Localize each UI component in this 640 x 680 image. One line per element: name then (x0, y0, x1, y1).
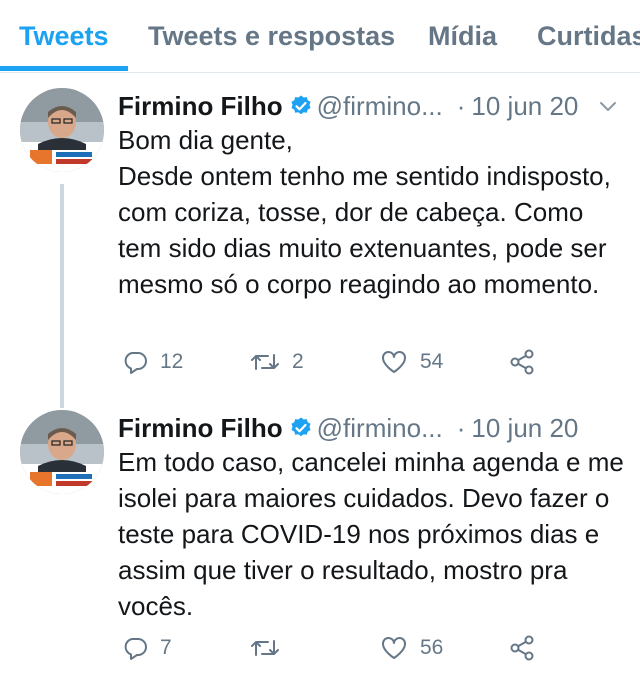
author-name[interactable]: Firmino Filho (118, 413, 283, 443)
tab-curtidas[interactable]: Curtidas (537, 0, 640, 72)
like-button[interactable]: 56 (380, 632, 443, 664)
share-icon (510, 635, 534, 661)
retweet-icon (251, 354, 279, 370)
active-tab-indicator (0, 66, 128, 71)
tab-midia[interactable]: Mídia (428, 0, 497, 72)
chevron-down-icon[interactable] (598, 96, 618, 116)
reply-icon (124, 638, 147, 660)
reply-count: 12 (160, 350, 184, 373)
tab-tweets-e-respostas[interactable]: Tweets e respostas (148, 0, 395, 72)
tweet-actions: 7 56 (118, 632, 548, 664)
tweet-text: Em todo caso, cancelei minha agenda e me… (118, 447, 624, 621)
reply-button[interactable]: 7 (122, 632, 172, 664)
retweet-button[interactable]: 2 (250, 346, 304, 378)
retweet-count: 2 (292, 350, 304, 373)
retweet-icon (251, 640, 279, 656)
avatar[interactable] (20, 410, 104, 494)
author-name[interactable]: Firmino Filho (118, 91, 283, 121)
retweet-button[interactable] (250, 632, 292, 664)
avatar[interactable] (20, 88, 104, 172)
reply-button[interactable]: 12 (122, 346, 183, 378)
author-handle[interactable]: @firmino... (317, 91, 443, 121)
thread-connector-line (60, 184, 64, 408)
like-button[interactable]: 54 (380, 346, 443, 378)
avatar-photo (20, 88, 104, 172)
tweet-date[interactable]: 10 jun 20 (471, 91, 578, 121)
profile-tabs: Tweets Tweets e respostas Mídia Curtidas (0, 0, 640, 73)
reply-icon (124, 352, 147, 374)
tweet-date[interactable]: 10 jun 20 (471, 413, 578, 443)
avatar-photo (20, 410, 104, 494)
like-count: 56 (420, 636, 444, 659)
share-button[interactable] (508, 346, 536, 378)
heart-icon (382, 637, 406, 659)
separator-dot: · (456, 413, 466, 443)
heart-icon (382, 351, 406, 373)
like-count: 54 (420, 350, 444, 373)
tweet-header: Firmino Filho @firmino... · 10 jun 20 (118, 410, 578, 446)
author-handle[interactable]: @firmino... (317, 413, 443, 443)
share-icon (510, 349, 534, 375)
tab-tweets[interactable]: Tweets (19, 0, 109, 72)
tweet-header: Firmino Filho @firmino... · 10 jun 20 (118, 88, 578, 124)
reply-count: 7 (160, 636, 172, 659)
tweet-actions: 12 2 54 (118, 346, 548, 378)
separator-dot: · (456, 91, 466, 121)
tweet-text: Bom dia gente, Desde ontem tenho me sent… (118, 125, 611, 299)
share-button[interactable] (508, 632, 536, 664)
